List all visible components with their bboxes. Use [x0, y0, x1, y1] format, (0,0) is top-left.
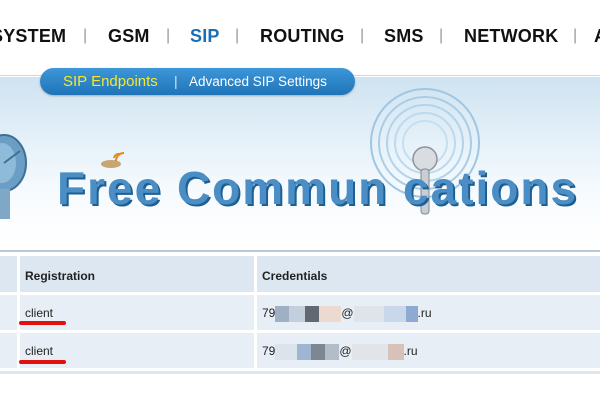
nav-item-network[interactable]: NETWORK — [464, 26, 558, 47]
tab-advanced-sip-settings[interactable]: Advanced SIP Settings — [189, 74, 327, 89]
redacted-block — [387, 344, 404, 360]
redacted-block — [275, 344, 298, 360]
table-row[interactable]: client 79 @ .ru — [0, 333, 600, 368]
row-cell-blank — [0, 295, 17, 330]
nav-separator: | — [83, 27, 88, 44]
nav-separator: | — [439, 27, 444, 44]
redacted-block — [405, 306, 418, 322]
nav-item-sms[interactable]: SMS — [384, 26, 424, 47]
redacted-block — [319, 306, 342, 322]
nav-item-sip[interactable]: SIP — [190, 26, 220, 47]
credentials-at: @ — [339, 344, 352, 359]
header-credentials: Credentials — [257, 256, 600, 292]
satellite-dish-icon — [0, 134, 27, 219]
banner: Free Commun cations — [0, 77, 600, 245]
table-header: Registration Credentials — [0, 256, 600, 292]
credentials-cell: 79 @ .ru — [257, 295, 600, 330]
credentials-domain: .ru — [403, 344, 418, 359]
sip-subtabs: SIP Endpoints | Advanced SIP Settings — [40, 68, 355, 95]
nav-item-routing[interactable]: ROUTING — [260, 26, 344, 47]
redacted-block — [311, 344, 326, 360]
nav-item-gsm[interactable]: GSM — [108, 26, 150, 47]
nav-separator: | — [166, 27, 171, 44]
tab-sip-endpoints[interactable]: SIP Endpoints — [63, 73, 158, 90]
credentials-at: @ — [341, 306, 354, 321]
header-cell-blank — [0, 256, 17, 292]
credentials-cell: 79 @ .ru — [257, 333, 600, 368]
credentials-domain: .ru — [417, 306, 432, 321]
endpoints-table: Registration Credentials client 79 @ .ru c… — [0, 250, 600, 420]
subtab-separator: | — [174, 73, 178, 89]
redacted-block — [289, 306, 306, 322]
header-registration: Registration — [20, 256, 254, 292]
top-nav: SYSTEM | GSM | SIP | ROUTING | SMS | NET… — [0, 0, 600, 76]
registration-value: client — [25, 344, 54, 358]
redacted-block — [383, 306, 406, 322]
redacted-block — [297, 344, 312, 360]
row-cell-blank — [0, 333, 17, 368]
nav-separator: | — [573, 27, 578, 44]
table-bottom-rule — [0, 371, 600, 374]
redacted-block — [275, 306, 290, 322]
nav-item-system[interactable]: SYSTEM — [0, 26, 66, 47]
credentials-prefix: 79 — [262, 306, 276, 321]
nav-item-more[interactable]: A — [594, 26, 600, 47]
credentials-prefix: 79 — [262, 344, 276, 359]
registration-value: client — [25, 306, 54, 320]
redacted-block — [351, 344, 388, 360]
table-row[interactable]: client 79 @ .ru — [0, 295, 600, 330]
redacted-block — [325, 344, 340, 360]
redacted-block — [305, 306, 320, 322]
red-underline-mark — [19, 360, 66, 364]
nav-separator: | — [360, 27, 365, 44]
banner-title: Free Commun cations — [57, 162, 579, 214]
redacted-block — [353, 306, 384, 322]
nav-separator: | — [235, 27, 240, 44]
red-underline-mark — [19, 321, 66, 325]
